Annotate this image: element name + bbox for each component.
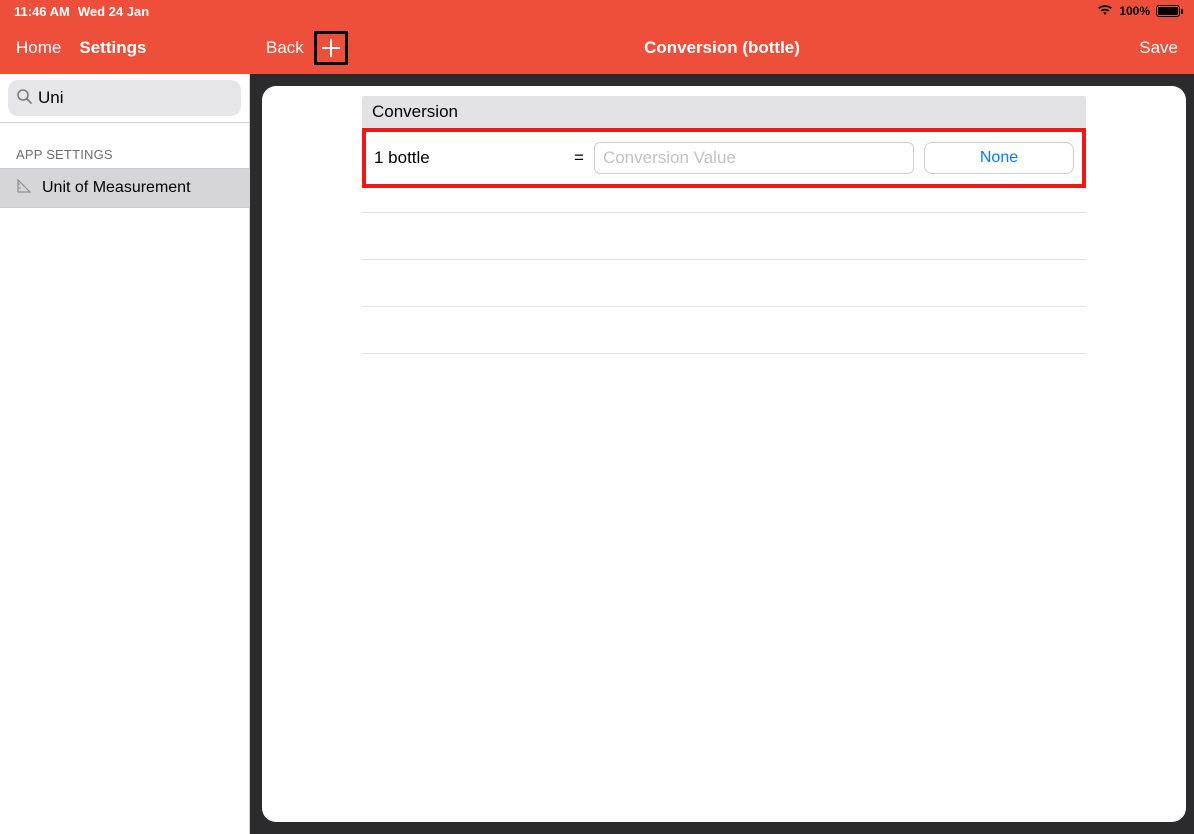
back-button[interactable]: Back [266,38,304,58]
equals-sign: = [574,148,584,168]
status-time: 11:46 AM [14,4,70,19]
divider [362,259,1086,260]
divider [362,212,1086,213]
status-bar: 11:46 AM Wed 24 Jan 100% [0,0,1194,22]
group-header-conversion: Conversion [362,96,1086,128]
divider [362,353,1086,354]
ruler-icon [16,178,32,199]
save-button[interactable]: Save [1139,38,1178,58]
sidebar-title: Settings [79,38,146,58]
sidebar: ✕ APP SETTINGS Unit of Measurement [0,74,250,834]
search-icon [16,88,32,109]
divider [362,306,1086,307]
page-title: Conversion (bottle) [644,38,800,58]
battery-icon [1156,5,1180,17]
add-button[interactable] [314,31,348,65]
plus-icon [320,37,342,59]
conversion-unit-button[interactable]: None [924,142,1074,174]
conversion-value-input[interactable] [594,142,914,174]
search-field[interactable]: ✕ [8,80,241,116]
search-input[interactable] [38,88,259,108]
section-header-app-settings: APP SETTINGS [0,123,249,168]
home-button[interactable]: Home [16,38,61,58]
sidebar-item-unit-of-measurement[interactable]: Unit of Measurement [0,168,249,208]
highlighted-conversion-row: 1 bottle = None [362,128,1086,188]
conversion-from-label: 1 bottle [374,148,564,168]
battery-percentage: 100% [1119,4,1150,18]
wifi-icon [1097,4,1113,19]
sidebar-item-label: Unit of Measurement [42,179,191,197]
detail-card: Conversion 1 bottle = None [262,86,1186,822]
status-date: Wed 24 Jan [78,4,149,19]
conversion-row: 1 bottle = None [366,136,1082,180]
